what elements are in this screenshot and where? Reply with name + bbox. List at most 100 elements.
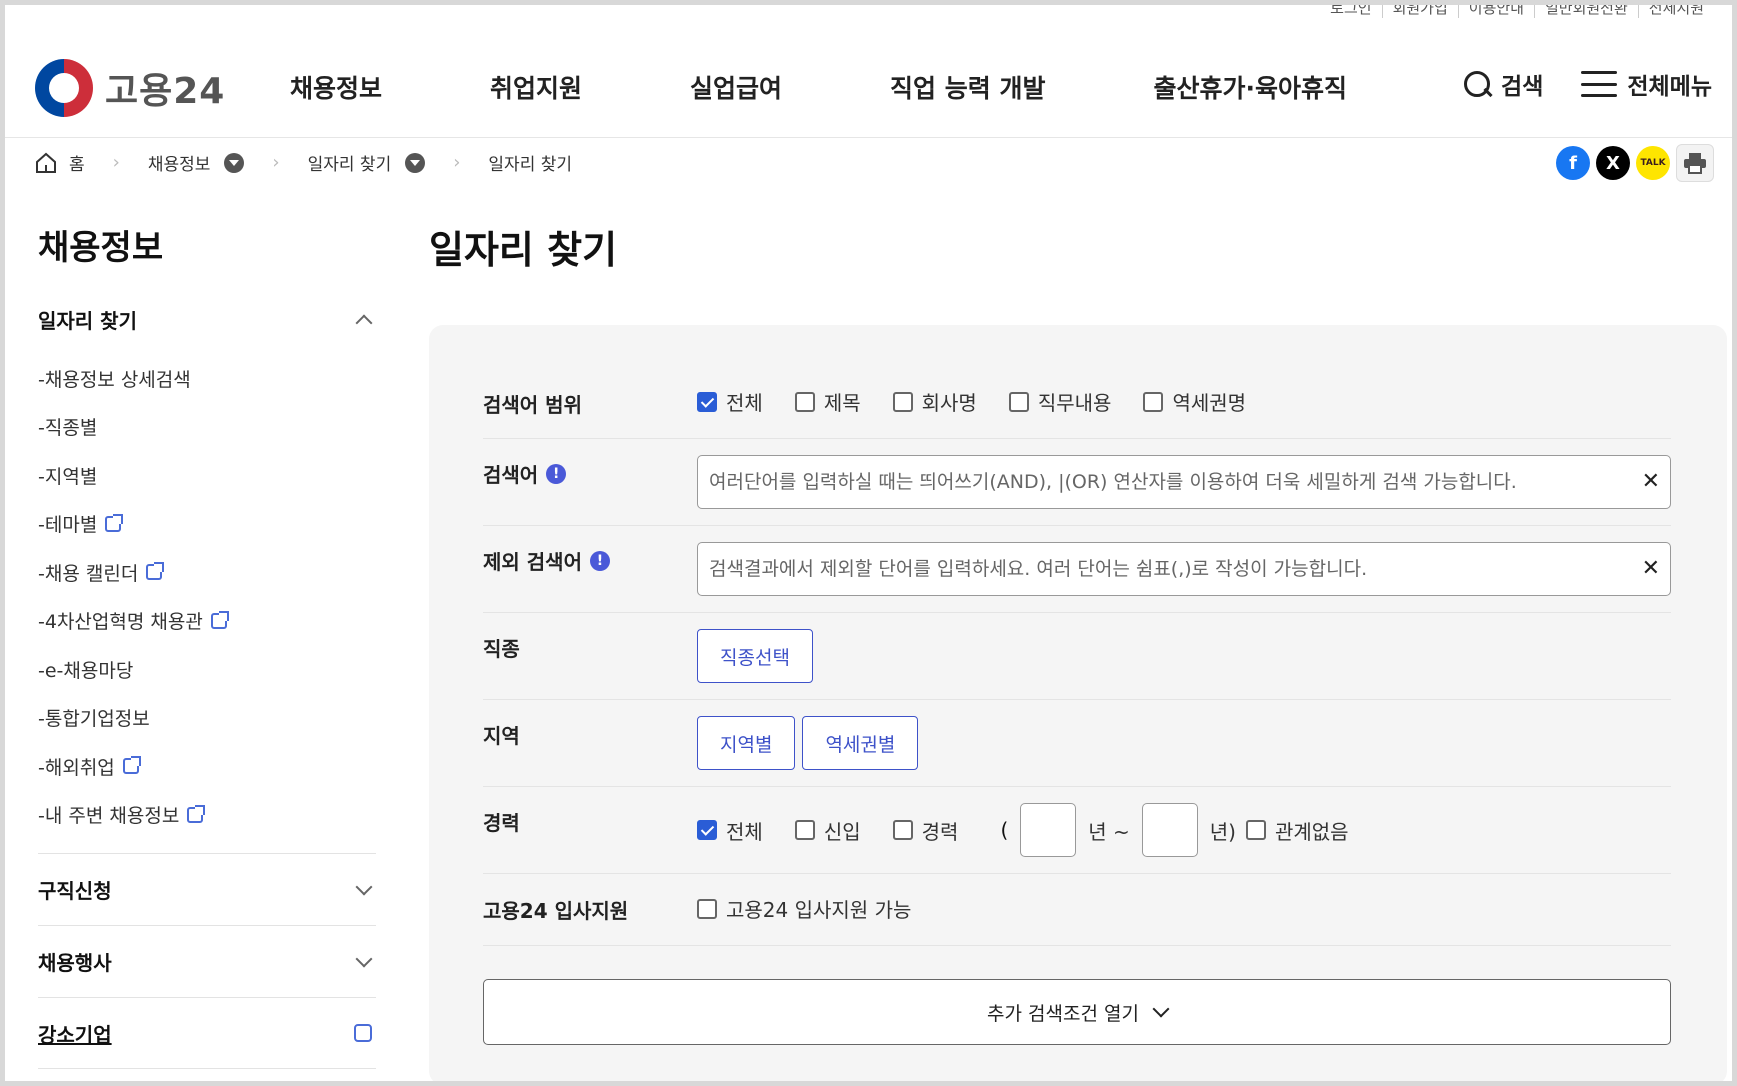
- nav-item-parental-leave[interactable]: 출산휴가·육아휴직: [1153, 69, 1347, 105]
- sidebar-item-overseas[interactable]: -해외취업: [38, 742, 376, 791]
- sidebar-item-detail-search[interactable]: -채용정보 상세검색: [38, 354, 376, 403]
- row-exclude-keyword: 제외 검색어! ✕: [483, 526, 1671, 613]
- nav-item-skill-development[interactable]: 직업 능력 개발: [890, 69, 1045, 105]
- more-conditions-button[interactable]: 추가 검색조건 열기: [483, 979, 1671, 1045]
- external-link-icon: [105, 513, 124, 532]
- exclude-label: 제외 검색어: [483, 550, 582, 574]
- clear-icon[interactable]: ✕: [1642, 469, 1660, 494]
- sidebar-group-job-events[interactable]: 채용행사: [38, 925, 376, 997]
- home-icon[interactable]: [35, 152, 57, 174]
- occupation-controls: 직종선택: [697, 629, 820, 683]
- sidebar-item-company-info[interactable]: -통합기업정보: [38, 694, 376, 743]
- print-button[interactable]: [1676, 144, 1714, 182]
- dropdown-icon[interactable]: [405, 152, 426, 173]
- sidebar-item-label: -e-채용마당: [38, 659, 134, 682]
- sidebar-group-label: 강소기업: [38, 1022, 112, 1047]
- sidebar-group-strong-sme[interactable]: 강소기업: [38, 997, 376, 1069]
- career-controls: 전체 신입 경력 ( 년 ~ 년) 관계없음: [697, 803, 1381, 857]
- select-occupation-button[interactable]: 직종선택: [697, 629, 813, 683]
- scope-all-checkbox[interactable]: 전체: [697, 387, 763, 416]
- sidebar-item-label: -내 주변 채용정보: [38, 805, 180, 828]
- row-apply: 고용24 입사지원 고용24 입사지원 가능: [483, 874, 1671, 946]
- nav-item-unemployment-benefit[interactable]: 실업급여: [690, 69, 782, 105]
- scope-duty-checkbox[interactable]: 직무내용: [1008, 387, 1111, 416]
- career-year-from-input[interactable]: [1020, 803, 1077, 857]
- info-icon[interactable]: !: [589, 550, 610, 571]
- checkbox-label: 관계없음: [1274, 819, 1349, 844]
- dropdown-icon[interactable]: [224, 152, 245, 173]
- header-actions: 검색 전체메뉴: [1463, 67, 1712, 101]
- x-icon: X: [1606, 152, 1620, 174]
- sidebar-section-find-jobs[interactable]: 일자리 찾기: [38, 305, 376, 334]
- row-occupation: 직종 직종선택: [483, 613, 1671, 700]
- by-region-button[interactable]: 지역별: [697, 716, 796, 770]
- row-search-scope: 검색어 범위 전체 제목 회사명 직무내용 역세권명: [483, 377, 1671, 439]
- kakaotalk-icon: TALK: [1640, 158, 1666, 168]
- row-label: 제외 검색어!: [483, 546, 610, 575]
- site-header: 고용24 채용정보 취업지원 실업급여 직업 능력 개발 출산휴가·육아휴직 검…: [5, 5, 1732, 138]
- sidebar-group-job-application[interactable]: 구직신청: [38, 853, 376, 925]
- logo-text: 고용24: [105, 71, 226, 112]
- career-all-checkbox[interactable]: 전체: [697, 816, 763, 845]
- year-from-suffix: 년 ~: [1088, 819, 1130, 844]
- x-share-button[interactable]: X: [1596, 146, 1630, 180]
- chevron-down-icon: [355, 878, 373, 895]
- sidebar-item-calendar[interactable]: -채용 캘린더: [38, 548, 376, 597]
- sidebar-item-label: -지역별: [38, 465, 98, 488]
- keyword-label: 검색어: [483, 463, 539, 487]
- exclude-field: ✕: [697, 542, 1671, 596]
- career-year-to-input[interactable]: [1141, 803, 1198, 857]
- sidebar-item-by-theme[interactable]: -테마별: [38, 500, 376, 549]
- sidebar-item-e-recruit[interactable]: -e-채용마당: [38, 645, 376, 694]
- exclude-input[interactable]: [698, 543, 1598, 595]
- nav-item-employment-support[interactable]: 취업지원: [490, 69, 582, 105]
- sidebar-group-label: 채용행사: [38, 951, 112, 975]
- main-nav: 채용정보 취업지원 실업급여 직업 능력 개발 출산휴가·육아휴직: [290, 69, 1347, 105]
- sidebar-item-nearby[interactable]: -내 주변 채용정보: [38, 791, 376, 840]
- sidebar-list: -채용정보 상세검색 -직종별 -지역별 -테마별 -채용 캘린더 -4차산업혁…: [38, 354, 376, 839]
- info-icon[interactable]: !: [546, 463, 567, 484]
- sidebar-item-label: -직종별: [38, 417, 98, 440]
- chevron-up-icon: [355, 314, 373, 331]
- sidebar-item-label: -채용 캘린더: [38, 562, 139, 585]
- scope-title-checkbox[interactable]: 제목: [794, 387, 861, 416]
- link-out-icon: [354, 1024, 372, 1042]
- apply-available-checkbox[interactable]: 고용24 입사지원 가능: [697, 894, 911, 923]
- checkbox-label: 역세권명: [1172, 391, 1247, 415]
- checkbox-icon: [794, 391, 815, 412]
- sidebar-item-label: -테마별: [38, 514, 98, 537]
- nav-item-jobs[interactable]: 채용정보: [290, 69, 382, 105]
- all-menu-label: 전체메뉴: [1627, 74, 1712, 100]
- facebook-share-button[interactable]: f: [1556, 146, 1590, 180]
- paren-open: (: [1000, 818, 1009, 842]
- breadcrumb-jobs[interactable]: 채용정보: [148, 150, 211, 175]
- chevron-down-icon: [355, 950, 373, 967]
- career-irrelevant-checkbox[interactable]: 관계없음: [1245, 816, 1349, 845]
- all-menu-button[interactable]: 전체메뉴: [1581, 67, 1712, 101]
- kakaotalk-share-button[interactable]: TALK: [1636, 146, 1670, 180]
- sidebar-group-label: 구직신청: [38, 879, 112, 903]
- apply-controls: 고용24 입사지원 가능: [697, 894, 943, 923]
- search-button[interactable]: 검색: [1463, 67, 1543, 101]
- scope-company-checkbox[interactable]: 회사명: [892, 387, 977, 416]
- checkbox-label: 제목: [823, 391, 861, 415]
- sidebar-item-by-occupation[interactable]: -직종별: [38, 403, 376, 452]
- breadcrumb-separator-icon: ›: [112, 152, 120, 173]
- clear-icon[interactable]: ✕: [1642, 556, 1660, 581]
- checkbox-checked-icon: [697, 820, 717, 840]
- search-panel: 검색어 범위 전체 제목 회사명 직무내용 역세권명 검색어! ✕ 제외 검색어…: [429, 325, 1727, 1081]
- scope-station-checkbox[interactable]: 역세권명: [1143, 387, 1246, 416]
- breadcrumb-find-jobs[interactable]: 일자리 찾기: [308, 150, 392, 175]
- sidebar-item-label: -통합기업정보: [38, 708, 150, 731]
- breadcrumb-home[interactable]: 홈: [69, 150, 85, 175]
- page-title: 일자리 찾기: [429, 228, 618, 272]
- sidebar-item-4th-industry[interactable]: -4차산업혁명 채용관: [38, 597, 376, 646]
- sidebar-item-label: -해외취업: [38, 756, 115, 779]
- sidebar-title: 채용정보: [38, 228, 164, 268]
- site-logo[interactable]: 고용24: [35, 59, 225, 117]
- by-station-button[interactable]: 역세권별: [802, 716, 919, 770]
- keyword-input[interactable]: [698, 456, 1598, 508]
- career-experienced-checkbox[interactable]: 경력: [892, 816, 958, 845]
- career-new-checkbox[interactable]: 신입: [794, 816, 861, 845]
- sidebar-item-by-region[interactable]: -지역별: [38, 451, 376, 500]
